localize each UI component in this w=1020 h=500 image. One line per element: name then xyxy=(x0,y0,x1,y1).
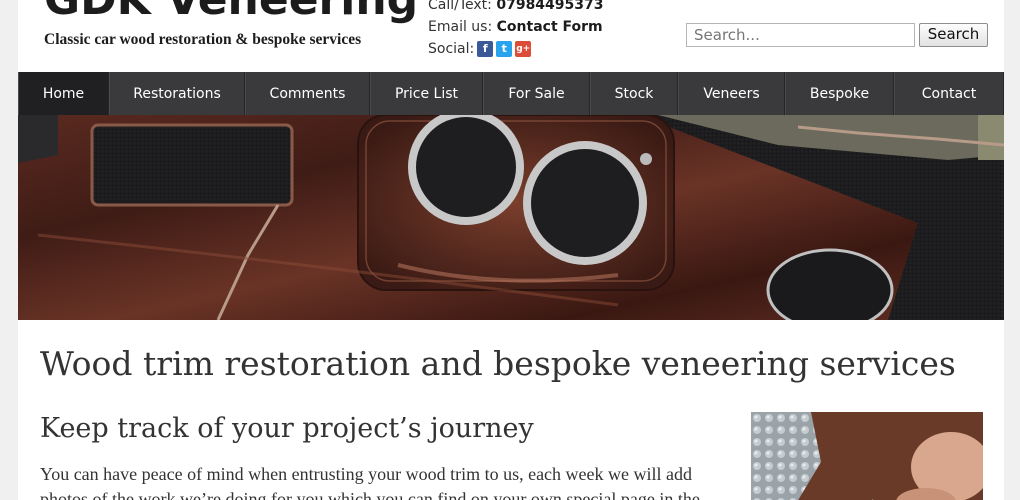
project-photo-image xyxy=(751,412,983,500)
nav-item-home[interactable]: Home xyxy=(18,72,109,115)
email-line: Email us: Contact Form xyxy=(428,16,604,38)
google-plus-icon[interactable]: g+ xyxy=(515,41,532,57)
project-photo xyxy=(751,412,983,500)
social-line: Social: f t g+ xyxy=(428,38,604,60)
main-nav: Home Restorations Comments Price List Fo… xyxy=(18,72,1004,115)
call-number[interactable]: 07984495373 xyxy=(496,0,603,13)
twitter-icon[interactable]: t xyxy=(496,41,513,57)
nav-item-contact[interactable]: Contact xyxy=(894,72,1004,115)
site-tagline: Classic car wood restoration & bespoke s… xyxy=(44,31,362,48)
page: GDK Veneering Classic car wood restorati… xyxy=(18,0,1004,500)
section-heading: Keep track of your project’s journey xyxy=(40,413,534,444)
nav-item-stock[interactable]: Stock xyxy=(590,72,678,115)
email-label: Email us: xyxy=(428,19,493,35)
hero-image xyxy=(18,115,1004,320)
nav-item-for-sale[interactable]: For Sale xyxy=(483,72,590,115)
nav-item-veneers[interactable]: Veneers xyxy=(678,72,785,115)
search-input[interactable] xyxy=(686,23,915,47)
social-label: Social: xyxy=(428,41,475,57)
page-title: Wood trim restoration and bespoke veneer… xyxy=(40,344,956,383)
nav-item-bespoke[interactable]: Bespoke xyxy=(785,72,894,115)
call-line: Call/Text: 07984495373 xyxy=(428,0,604,16)
facebook-icon[interactable]: f xyxy=(477,41,494,57)
hero-wood-trim-photo xyxy=(18,115,1004,320)
nav-item-comments[interactable]: Comments xyxy=(245,72,370,115)
contact-block: Call/Text: 07984495373 Email us: Contact… xyxy=(428,0,604,60)
search-button[interactable]: Search xyxy=(919,23,988,47)
intro-paragraph: You can have peace of mind when entrusti… xyxy=(40,464,700,500)
contact-form-link[interactable]: Contact Form xyxy=(497,19,603,35)
site-logo[interactable]: GDK Veneering xyxy=(44,0,418,22)
nav-item-price-list[interactable]: Price List xyxy=(370,72,483,115)
call-label: Call/Text: xyxy=(428,0,492,13)
nav-item-restorations[interactable]: Restorations xyxy=(109,72,245,115)
